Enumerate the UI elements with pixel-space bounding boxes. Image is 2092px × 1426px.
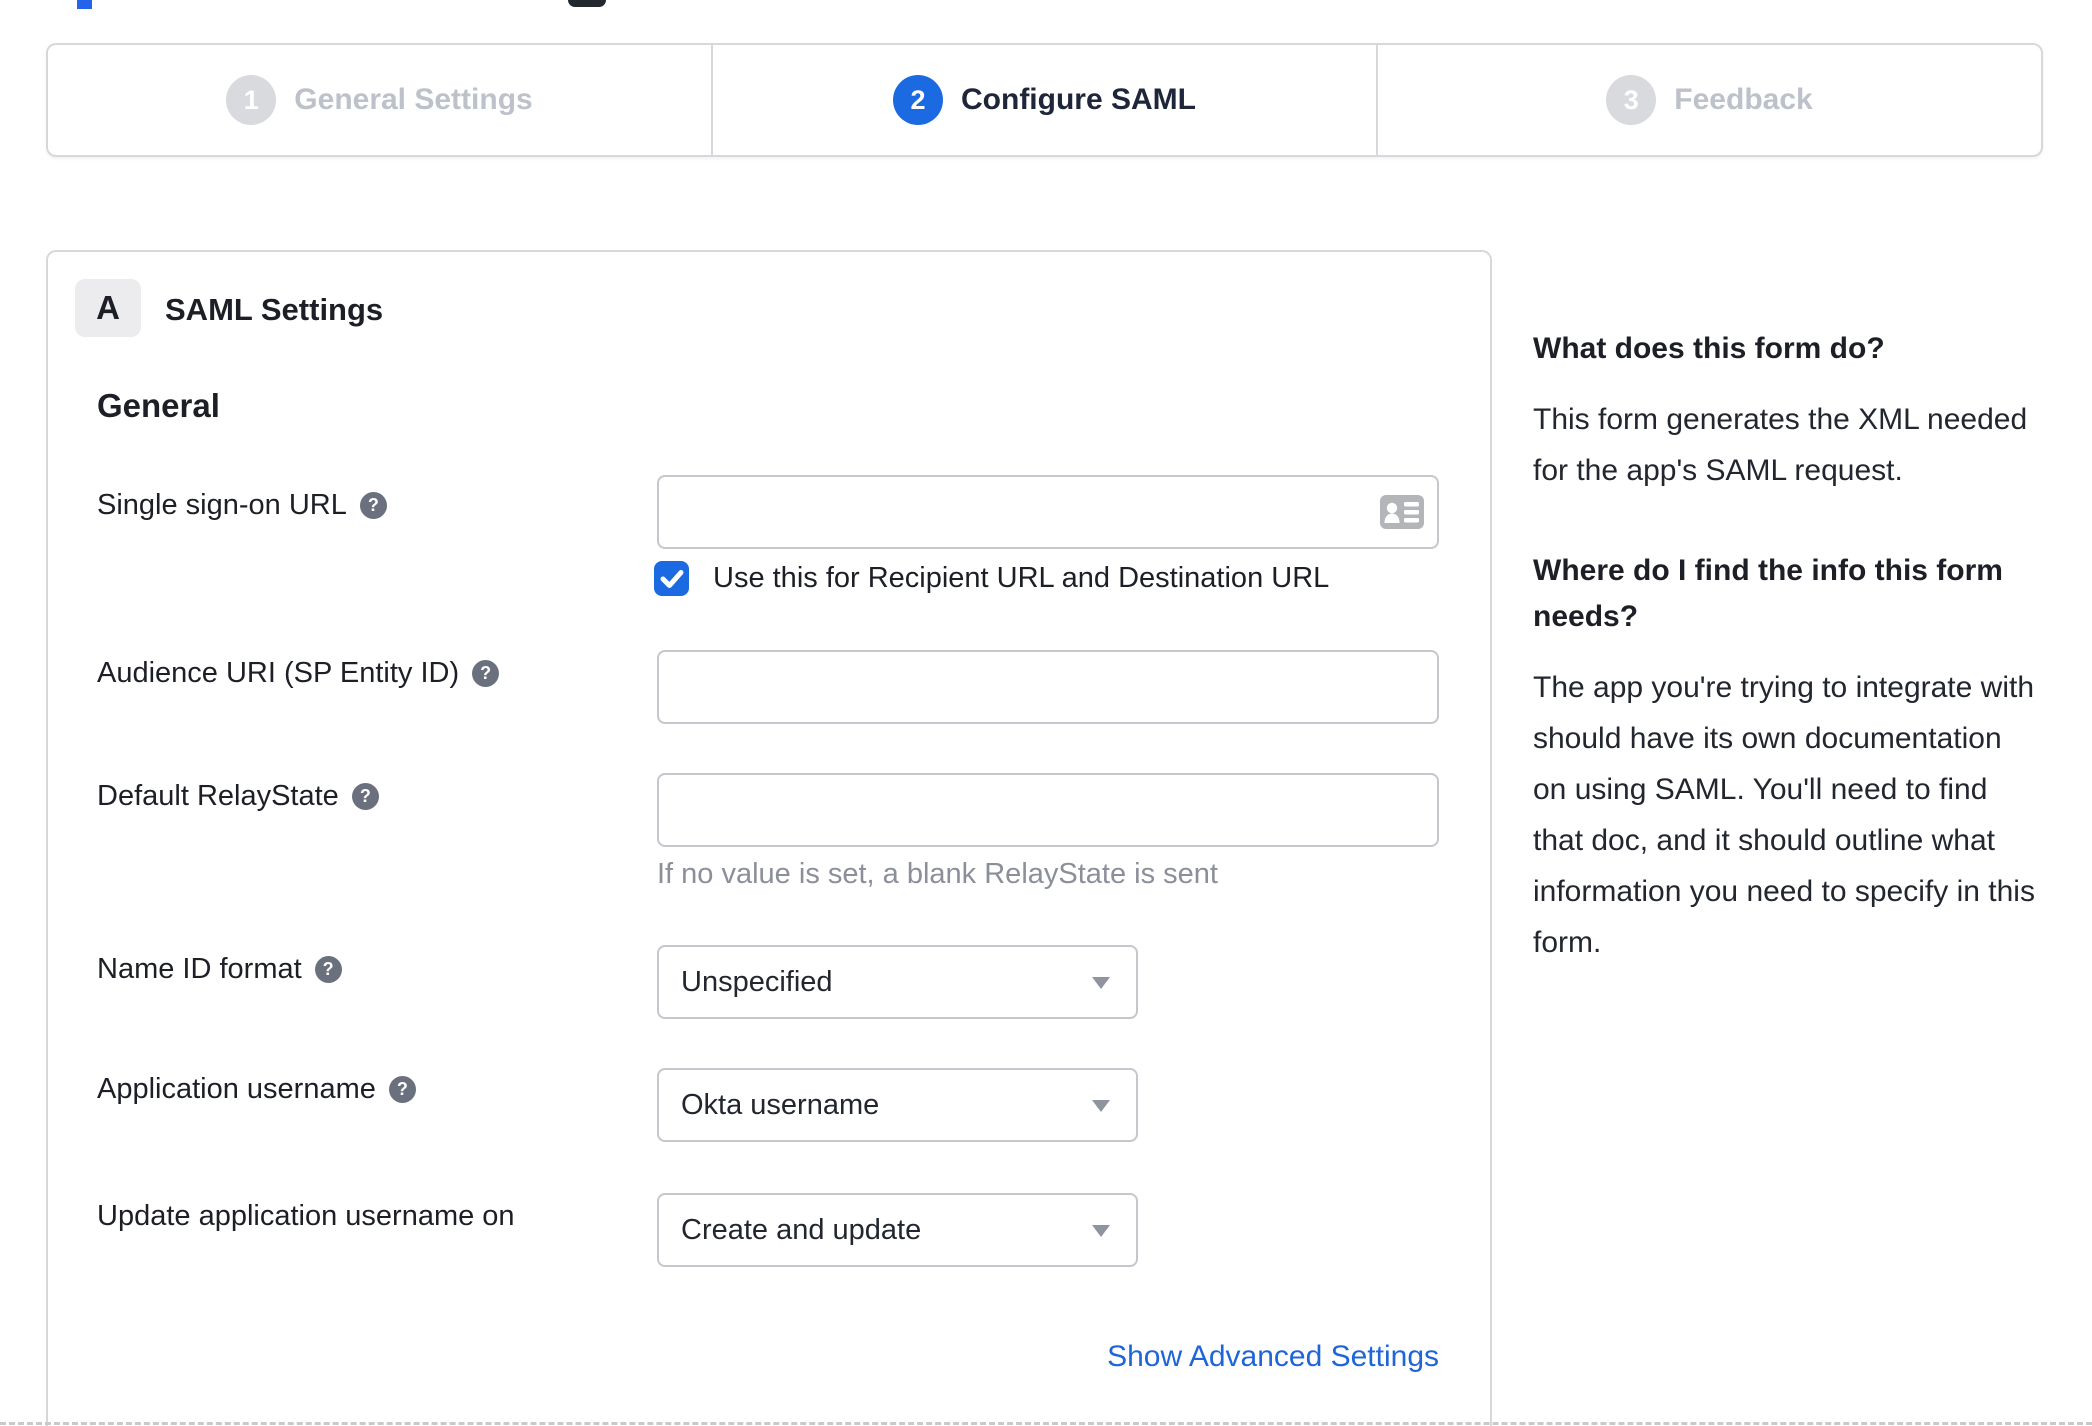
field-label-text: Audience URI (SP Entity ID) [97,657,460,689]
chevron-down-icon [1092,1100,1110,1112]
field-label-text: Single sign-on URL [97,489,347,521]
step-number-badge: 1 [226,75,277,125]
field-label-text: Default RelayState [97,780,339,812]
saml-settings-panel: A SAML Settings General Single sign-on U… [46,250,1492,1426]
help-sidebar: What does this form do? This form genera… [1533,326,2043,1020]
single-sign-on-url-field-wrap [657,475,1439,549]
section-badge-a: A [75,279,141,337]
default-relaystate-input[interactable] [657,773,1439,847]
application-username-select[interactable]: Okta username [657,1068,1138,1142]
help-icon[interactable]: ? [472,660,500,687]
single-sign-on-url-input[interactable] [657,475,1439,549]
field-label-text: Application username [97,1073,376,1105]
relaystate-hint: If no value is set, a blank RelayState i… [657,858,1218,890]
header-remnant-blue [77,0,92,9]
show-advanced-settings-link[interactable]: Show Advanced Settings [657,1340,1439,1374]
update-application-username-label: Update application username on [97,1200,515,1233]
select-value: Unspecified [681,965,833,998]
recipient-url-checkbox[interactable] [654,561,689,596]
help-icon[interactable]: ? [359,492,387,519]
name-id-format-select[interactable]: Unspecified [657,945,1138,1019]
chevron-down-icon [1092,1225,1110,1237]
bottom-dashed-divider [0,1422,2092,1425]
sidebar-paragraph: The app you're trying to integrate with … [1533,671,2035,959]
field-label-text: Name ID format [97,953,302,985]
select-value: Create and update [681,1213,922,1246]
update-application-username-select[interactable]: Create and update [657,1193,1138,1267]
single-sign-on-url-label: Single sign-on URL ? [97,489,387,522]
help-icon[interactable]: ? [388,1076,416,1103]
name-id-format-label: Name ID format ? [97,953,342,986]
sidebar-heading: Where do I find the info this form needs… [1533,554,2003,633]
step-label: Feedback [1674,83,1813,116]
header-remnant-icon [568,0,606,7]
checkmark-icon [660,569,683,588]
step-feedback[interactable]: 3 Feedback [1376,45,2041,155]
step-number-badge: 3 [1606,75,1657,125]
step-number-badge: 2 [893,75,943,125]
wizard-stepper: 1 General Settings 2 Configure SAML 3 Fe… [46,43,2043,157]
section-title: SAML Settings [165,292,384,327]
step-general-settings[interactable]: 1 General Settings [48,45,711,155]
step-label: Configure SAML [961,83,1196,116]
audience-uri-label: Audience URI (SP Entity ID) ? [97,657,500,690]
step-label: General Settings [294,83,533,116]
recipient-url-checkbox-row: Use this for Recipient URL and Destinati… [654,561,1329,596]
sidebar-heading: What does this form do? [1533,332,1885,365]
step-configure-saml[interactable]: 2 Configure SAML [711,45,1376,155]
help-icon[interactable]: ? [351,783,379,810]
audience-uri-input[interactable] [657,650,1439,724]
field-label-text: Update application username on [97,1200,515,1232]
application-username-label: Application username ? [97,1073,416,1106]
recipient-url-checkbox-label: Use this for Recipient URL and Destinati… [713,562,1330,594]
sidebar-paragraph: This form generates the XML needed for t… [1533,403,2028,487]
select-value: Okta username [681,1088,880,1121]
chevron-down-icon [1092,977,1110,989]
general-group-heading: General [97,387,220,424]
default-relaystate-label: Default RelayState ? [97,780,379,813]
contact-card-icon [1380,495,1424,529]
help-icon[interactable]: ? [314,956,342,983]
